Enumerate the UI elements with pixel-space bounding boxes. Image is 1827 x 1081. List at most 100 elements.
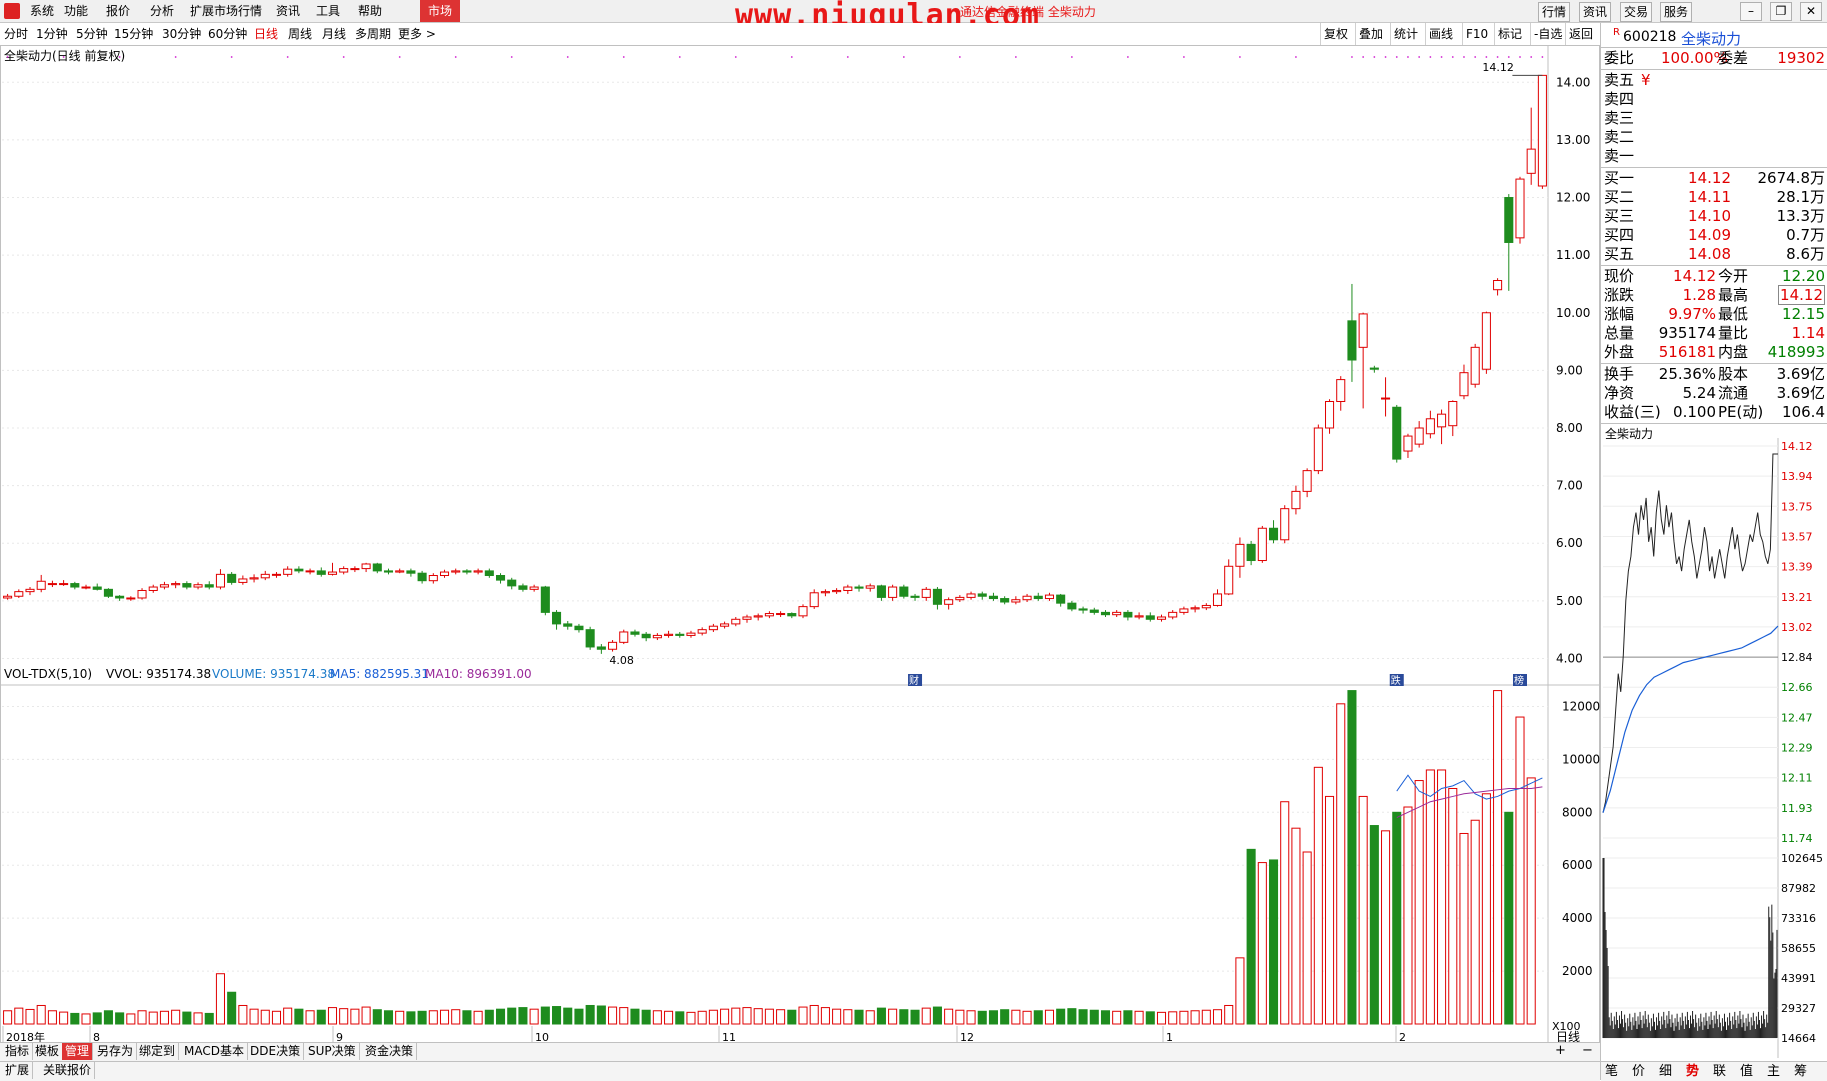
period-7[interactable]: 周线 [288,23,312,45]
stat-value: 3.69亿 [1777,384,1825,402]
menu-item-6[interactable]: 工具 [312,0,344,22]
candle-body [452,571,460,572]
candle-body [1124,612,1132,617]
buy-level-price[interactable]: 14.12 [1671,169,1731,188]
candle-body [989,596,997,598]
buy-level-price[interactable]: 14.08 [1671,245,1731,264]
minimize-icon[interactable]: – [1740,2,1762,21]
period-4[interactable]: 30分钟 [162,23,201,45]
indicator-tab-8[interactable]: 资金决策 [362,1043,417,1060]
top-button-1[interactable]: 资讯 [1579,2,1611,22]
period-8[interactable]: 月线 [322,23,346,45]
candle-body [172,584,180,585]
top-button-3[interactable]: 服务 [1660,2,1692,22]
mini-price-tick: 12.84 [1781,651,1813,664]
menu-item-4[interactable]: 扩展市场行情 [186,0,266,22]
menu-item-2[interactable]: 报价 [102,0,134,22]
menu-item-7[interactable]: 帮助 [354,0,386,22]
indicator-tab-3[interactable]: 另存为 [94,1043,137,1060]
stat-value: 106.4 [1782,403,1825,421]
indicator-tab-2[interactable]: 管理 [62,1043,93,1060]
volume-bar [1269,860,1277,1024]
volume-bar [239,1005,247,1024]
toolbar-button-4[interactable]: F10 [1462,23,1491,45]
period-10[interactable]: 更多 > [398,23,436,45]
status-related-quote[interactable]: 关联报价 [40,1062,95,1079]
candle-body [463,571,471,572]
volume-bar [721,1009,729,1024]
event-dot [1519,56,1521,58]
toolbar-button-3[interactable]: 画线 [1425,23,1456,45]
candle-body [373,564,381,571]
menu-item-0[interactable]: 系统 [26,0,58,22]
volume-bar [407,1012,415,1024]
vol-tick-label: 6000 [1562,858,1593,872]
quote-tab-6[interactable]: 主 [1767,1062,1780,1081]
app-logo-icon[interactable] [4,3,20,19]
quote-tab-7[interactable]: 筹 [1794,1062,1807,1081]
toolbar-button-2[interactable]: 统计 [1390,23,1421,45]
period-0[interactable]: 分时 [4,23,28,45]
menu-market-tab[interactable]: 市场 [420,0,460,22]
quote-tab-4[interactable]: 联 [1713,1062,1726,1081]
volume-bar [653,1011,661,1024]
menu-item-5[interactable]: 资讯 [272,0,304,22]
quote-tab-0[interactable]: 笔 [1605,1062,1618,1081]
volume-bar [609,1007,617,1024]
volume-bar [1516,717,1524,1024]
indicator-tab-1[interactable]: 模板 [32,1043,63,1060]
menu-item-3[interactable]: 分析 [146,0,178,22]
top-button-2[interactable]: 交易 [1620,2,1652,22]
status-extend[interactable]: 扩展 [2,1062,33,1079]
close-icon[interactable]: ✕ [1800,2,1822,21]
weicha-value: 19302 [1771,49,1825,68]
toolbar-button-6[interactable]: -自选 [1530,23,1565,45]
buy-level-vol: 28.1万 [1735,188,1825,207]
restore-icon[interactable]: ❐ [1770,2,1792,21]
chart-title: 全柴动力(日线 前复权) [4,48,125,63]
event-dot [1441,56,1443,58]
period-1[interactable]: 1分钟 [36,23,68,45]
volume-bar [620,1008,628,1024]
quote-tab-5[interactable]: 值 [1740,1062,1753,1081]
vvol-value: VVOL: 935174.38 [106,667,211,681]
volume-bar [1213,1010,1221,1024]
event-dot [1452,56,1454,58]
period-6[interactable]: 日线 [254,23,278,45]
event-dot [1183,56,1185,58]
menu-item-1[interactable]: 功能 [60,0,92,22]
period-3[interactable]: 15分钟 [114,23,153,45]
period-9[interactable]: 多周期 [355,23,391,45]
period-5[interactable]: 60分钟 [208,23,247,45]
volume-bar [1314,767,1322,1024]
volume-bar [530,1009,538,1024]
indicator-tab-4[interactable]: 绑定到 [136,1043,179,1060]
buy-level-price[interactable]: 14.09 [1671,226,1731,245]
indicator-tab-6[interactable]: DDE决策 [247,1043,304,1060]
toolbar-button-7[interactable]: 返回 [1565,23,1596,45]
quote-tab-2[interactable]: 细 [1659,1062,1672,1081]
event-dot [1127,56,1129,58]
indicator-tab-0[interactable]: 指标 [2,1043,33,1060]
volume-bar [1034,1011,1042,1024]
period-2[interactable]: 5分钟 [76,23,108,45]
event-dot [567,56,569,58]
candle-body [351,569,359,570]
toolbar-button-1[interactable]: 叠加 [1355,23,1386,45]
indicator-tab-5[interactable]: MACD基本 [181,1043,248,1060]
stock-name[interactable]: 全柴动力 [1681,28,1741,49]
zoom-out-icon[interactable]: − [1582,1043,1593,1058]
candle-body [37,581,45,589]
quote-tab-3[interactable]: 势 [1686,1062,1699,1081]
indicator-tab-7[interactable]: SUP决策 [305,1043,360,1060]
buy-level-price[interactable]: 14.10 [1671,207,1731,226]
kline-chart[interactable]: 14.00 13.00 12.00 11.00 10.00 9.00 8.00 7.00 6.0… [0,45,1600,1055]
quote-tab-1[interactable]: 价 [1632,1062,1645,1081]
toolbar-button-0[interactable]: 复权 [1320,23,1351,45]
candle-body [821,592,829,593]
zoom-in-icon[interactable]: + [1555,1043,1566,1058]
toolbar-button-5[interactable]: 标记 [1494,23,1525,45]
intraday-mini-chart[interactable]: 14.12 13.94 13.75 13.57 13.39 13.21 13.02 12.84… [1601,438,1827,1058]
buy-level-price[interactable]: 14.11 [1671,188,1731,207]
top-button-0[interactable]: 行情 [1538,2,1570,22]
